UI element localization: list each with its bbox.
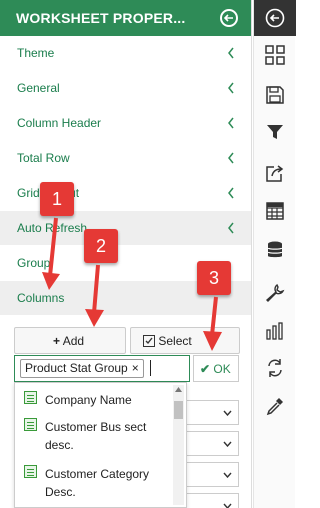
text-cursor xyxy=(150,360,151,376)
scrollbar-thumb[interactable] xyxy=(174,401,183,419)
panel-header: WORKSHEET PROPER... xyxy=(0,0,251,36)
chevron-down-icon xyxy=(223,503,232,508)
chart-icon[interactable] xyxy=(262,318,288,344)
menu-item-label: General xyxy=(17,81,60,95)
eyedropper-icon[interactable] xyxy=(262,393,288,419)
checkbox-icon xyxy=(143,335,155,347)
chevron-down-icon xyxy=(223,441,232,447)
column-icon xyxy=(24,418,37,431)
column-dropdown-list[interactable]: Company Name Customer Bus sect desc. Cus… xyxy=(14,382,187,508)
plus-icon: + xyxy=(53,334,61,348)
chevron-left-icon xyxy=(228,117,234,129)
refresh-icon[interactable] xyxy=(262,355,288,381)
right-toolbar xyxy=(253,0,296,508)
select-button-label: Select xyxy=(158,334,192,348)
column-icon xyxy=(24,391,37,404)
column-setting-select[interactable] xyxy=(185,400,239,425)
column-setting-select[interactable] xyxy=(185,462,239,487)
chevron-down-icon xyxy=(223,472,232,478)
menu-item-label: Theme xyxy=(17,46,55,60)
menu-item-theme[interactable]: Theme xyxy=(0,36,251,71)
dropdown-scrollbar[interactable] xyxy=(173,385,184,505)
annotation-badge-2: 2 xyxy=(84,229,118,263)
menu-item-total-row[interactable]: Total Row xyxy=(0,141,251,176)
ok-button-label: OK xyxy=(213,362,231,376)
menu-item-grid-layout[interactable]: Grid Layout xyxy=(0,176,251,211)
remove-tag-icon[interactable]: × xyxy=(132,361,139,375)
annotation-arrow-3 xyxy=(203,296,222,351)
chevron-left-icon xyxy=(228,187,234,199)
add-button-label: Add xyxy=(62,334,85,348)
export-icon[interactable] xyxy=(262,160,288,186)
dropdown-item[interactable]: Customer Category Desc. xyxy=(15,463,175,503)
dropdown-item-label: Customer Bus sect desc. xyxy=(45,420,147,452)
menu-item-auto-refresh[interactable]: Auto Refresh xyxy=(0,211,251,246)
menu-item-label: Column Header xyxy=(17,116,102,130)
database-icon[interactable] xyxy=(262,237,288,263)
chevron-down-icon xyxy=(223,410,232,416)
scroll-up-icon[interactable] xyxy=(175,387,182,392)
selected-column-tag: Product Stat Group × xyxy=(20,359,144,378)
save-icon[interactable] xyxy=(262,82,288,108)
wrench-icon[interactable] xyxy=(262,280,288,306)
menu-item-label: Total Row xyxy=(17,151,70,165)
column-tag-input[interactable]: Product Stat Group × xyxy=(14,355,190,382)
menu-item-general[interactable]: General xyxy=(0,71,251,106)
worksheet-properties-panel: WORKSHEET PROPER... Theme General Column… xyxy=(0,0,252,508)
collapse-panel-icon[interactable] xyxy=(220,9,238,27)
column-setting-select[interactable] xyxy=(185,431,239,456)
menu-item-column-header[interactable]: Column Header xyxy=(0,106,251,141)
chevron-left-icon xyxy=(228,82,234,94)
annotation-arrow-2 xyxy=(85,264,104,327)
dropdown-item-label: Company Name xyxy=(45,393,132,407)
column-setting-select[interactable] xyxy=(185,493,239,508)
column-icon xyxy=(24,465,37,478)
annotation-arrow-1 xyxy=(42,217,60,290)
dropdown-item[interactable]: Company Name xyxy=(15,389,175,411)
dropdown-item-label: Customer Category Desc. xyxy=(45,467,150,499)
collapse-icon[interactable] xyxy=(254,0,296,36)
annotation-badge-3: 3 xyxy=(197,261,231,295)
ok-button[interactable]: ✔ OK xyxy=(193,355,239,382)
chevron-left-icon xyxy=(228,47,234,59)
dashboard-icon[interactable] xyxy=(262,42,288,68)
table-icon[interactable] xyxy=(262,198,288,224)
chevron-left-icon xyxy=(228,152,234,164)
add-column-button[interactable]: + Add xyxy=(14,327,126,354)
tag-label: Product Stat Group xyxy=(25,361,128,375)
checkmark-icon: ✔ xyxy=(200,362,211,376)
panel-title: WORKSHEET PROPER... xyxy=(16,10,186,26)
filter-icon[interactable] xyxy=(262,119,288,145)
menu-item-label: Columns xyxy=(17,291,65,305)
chevron-left-icon xyxy=(228,222,234,234)
dropdown-item[interactable]: Customer Bus sect desc. xyxy=(15,416,175,456)
annotation-badge-1: 1 xyxy=(40,182,74,216)
